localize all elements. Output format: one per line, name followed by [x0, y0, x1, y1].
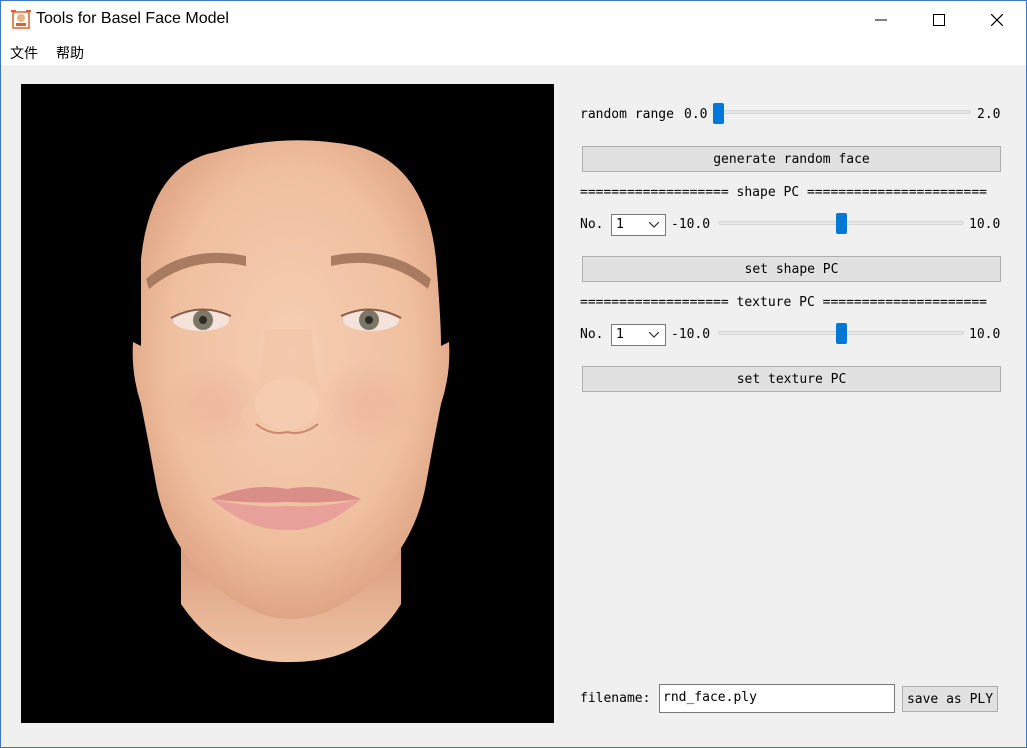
generate-random-face-button[interactable]: generate random face [582, 146, 1001, 172]
filename-input[interactable]: rnd_face.ply [659, 684, 895, 713]
generate-random-face-label: generate random face [713, 151, 870, 167]
app-icon [11, 10, 31, 29]
shape-pc-select-value: 1 [616, 217, 624, 232]
texture-pc-select-value: 1 [616, 327, 624, 342]
random-range-min: 0.0 [684, 107, 708, 122]
set-shape-pc-label: set shape PC [744, 261, 839, 277]
random-range-max: 2.0 [977, 107, 1001, 122]
close-icon [991, 14, 1003, 26]
app-window: Tools for Basel Face Model 文件 帮助 random … [0, 0, 1027, 748]
filename-label: filename: [580, 691, 651, 706]
set-texture-pc-label: set texture PC [736, 371, 847, 387]
shape-no-label: No. [580, 217, 604, 232]
random-range-slider-handle[interactable] [713, 103, 724, 124]
maximize-button[interactable] [910, 1, 968, 39]
random-range-track[interactable] [713, 110, 971, 114]
window-title: Tools for Basel Face Model [36, 10, 229, 27]
menu-file[interactable]: 文件 [10, 43, 38, 63]
set-texture-pc-button[interactable]: set texture PC [582, 366, 1001, 392]
minimize-button[interactable] [852, 1, 910, 39]
shape-slider-handle[interactable] [835, 213, 847, 234]
random-range-label: random range [580, 107, 674, 122]
shape-pc-separator: =================== shape PC ===========… [580, 185, 987, 200]
face-render [132, 140, 450, 663]
texture-no-label: No. [580, 327, 604, 342]
shape-pc-select[interactable]: 1 [611, 214, 666, 236]
texture-slider-handle[interactable] [835, 323, 847, 344]
shape-slider-max: 10.0 [969, 217, 1001, 232]
face-viewport[interactable] [21, 84, 554, 723]
save-as-ply-button[interactable]: save as PLY [902, 686, 998, 712]
menu-help[interactable]: 帮助 [56, 43, 84, 63]
texture-pc-select[interactable]: 1 [611, 324, 666, 346]
maximize-icon [933, 14, 945, 26]
chevron-down-icon [649, 332, 659, 338]
title-bar[interactable]: Tools for Basel Face Model [1, 1, 1026, 39]
filename-input-value: rnd_face.ply [663, 690, 757, 705]
texture-slider-min: -10.0 [671, 327, 711, 342]
set-shape-pc-button[interactable]: set shape PC [582, 256, 1001, 282]
chevron-down-icon [649, 222, 659, 228]
save-as-ply-label: save as PLY [906, 691, 994, 707]
texture-pc-separator: =================== texture PC =========… [580, 295, 987, 310]
menu-bar: 文件 帮助 [1, 39, 1026, 65]
close-button[interactable] [968, 1, 1026, 39]
minimize-icon [875, 19, 887, 21]
texture-slider-max: 10.0 [969, 327, 1001, 342]
shape-slider-min: -10.0 [671, 217, 711, 232]
